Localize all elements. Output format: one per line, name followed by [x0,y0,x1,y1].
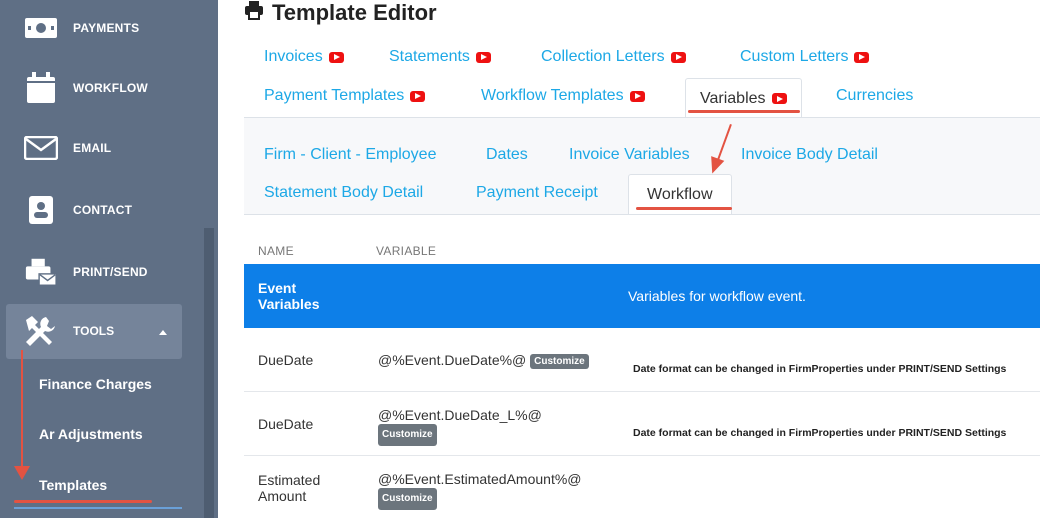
customize-button[interactable]: Customize [378,424,437,446]
sidebar-item-workflow[interactable]: WORKFLOW [0,60,200,116]
active-indicator [14,507,182,509]
calendar-icon [24,71,58,105]
annotation-arrow-head [14,466,30,480]
sidebar-subitem-finance-charges[interactable]: Finance Charges [39,376,152,392]
tab-label: Payment Templates [264,87,405,104]
sidebar-item-print-send[interactable]: PRINT/SEND [0,244,200,300]
row-name: DueDate [258,416,314,432]
youtube-icon[interactable] [475,51,491,63]
youtube-icon[interactable] [771,93,787,104]
row-note: Date format can be changed in FirmProper… [633,363,1007,375]
tab-label: Custom Letters [740,48,849,65]
tab-label: Statements [389,48,470,65]
tab-label: Variables [700,89,766,107]
contact-card-icon [24,193,58,227]
sidebar: PAYMENTS WORKFLOW EMAIL CONTACT PRINT/SE… [0,0,218,518]
printer-icon [244,0,264,26]
customize-button[interactable]: Customize [530,353,589,369]
variable-text: @%Event.DueDate%@ [378,352,527,368]
tab-collection-letters[interactable]: Collection Letters [541,48,686,66]
variable-text: @%Event.DueDate_L%@ [378,407,542,423]
tools-icon [22,314,58,350]
column-header-name: NAME [258,244,294,258]
money-icon [24,11,58,45]
table-row-group-header[interactable]: Event Variables Variables for workflow e… [244,264,1040,328]
sidebar-subitem-ar-adjustments[interactable]: Ar Adjustments [39,426,143,442]
sidebar-item-label: TOOLS [73,324,115,338]
sidebar-item-email[interactable]: EMAIL [0,120,200,176]
page-title: Template Editor [244,0,437,26]
annotation-arrow [21,350,23,468]
youtube-icon[interactable] [410,90,426,102]
sidebar-item-tools[interactable]: TOOLS [6,304,182,359]
subtab-invoice-body-detail[interactable]: Invoice Body Detail [741,146,878,164]
print-send-icon [24,255,58,289]
sidebar-scrollbar[interactable] [204,228,214,518]
youtube-icon[interactable] [328,51,344,63]
table-row[interactable]: DueDate @%Event.DueDate_L%@ Customize Dat… [244,392,1040,456]
subtab-firm-client-employee[interactable]: Firm - Client - Employee [264,146,436,164]
subtab-dates[interactable]: Dates [486,146,528,164]
subtab-invoice-variables[interactable]: Invoice Variables [569,146,690,164]
row-name: DueDate [258,352,314,368]
sidebar-item-contact[interactable]: CONTACT [0,182,200,238]
sidebar-item-label: CONTACT [73,203,133,217]
sidebar-item-label: PAYMENTS [73,21,140,35]
row-variable: @%Event.DueDate_L%@ Customize [378,406,542,446]
tab-label: Invoices [264,48,323,65]
youtube-icon[interactable] [670,51,686,63]
tab-label: Workflow Templates [481,87,624,104]
tab-statements[interactable]: Statements [389,48,491,66]
sidebar-item-label: WORKFLOW [73,81,148,95]
tab-label: Collection Letters [541,48,665,65]
tab-currencies[interactable]: Currencies [836,87,913,105]
row-description: Variables for workflow event. [628,288,806,304]
tab-payment-templates[interactable]: Payment Templates [264,87,426,105]
table-row[interactable]: Estimated Amount @%Event.EstimatedAmount… [244,456,1040,518]
row-name: Estimated Amount [258,472,321,504]
envelope-icon [24,131,58,165]
column-header-variable: VARIABLE [376,244,437,258]
row-name: Event Variables [258,280,320,312]
customize-button[interactable]: Customize [378,488,437,510]
sidebar-item-payments[interactable]: PAYMENTS [0,0,200,56]
divider [244,214,1040,215]
youtube-icon[interactable] [854,51,870,63]
row-note: Date format can be changed in FirmProper… [633,427,1007,439]
chevron-up-icon [159,330,167,335]
sidebar-item-label: PRINT/SEND [73,265,148,279]
tab-invoices[interactable]: Invoices [264,48,344,66]
annotation-underline [636,207,732,210]
row-variable: @%Event.EstimatedAmount%@ Customize [378,470,582,510]
tab-label: Currencies [836,87,914,104]
variable-text: @%Event.EstimatedAmount%@ [378,471,582,487]
subtab-statement-body-detail[interactable]: Statement Body Detail [264,184,423,202]
annotation-underline [688,110,800,113]
table-row[interactable]: DueDate @%Event.DueDate%@ Customize Date… [244,328,1040,392]
page-title-text: Template Editor [272,0,437,25]
tab-workflow-templates[interactable]: Workflow Templates [481,87,645,105]
tab-custom-letters[interactable]: Custom Letters [740,48,870,66]
subtab-payment-receipt[interactable]: Payment Receipt [476,184,598,202]
sidebar-subitem-templates[interactable]: Templates [39,477,107,493]
youtube-icon[interactable] [629,90,645,102]
sidebar-item-label: EMAIL [73,141,112,155]
row-variable: @%Event.DueDate%@ Customize [378,352,589,369]
annotation-underline [14,500,152,503]
